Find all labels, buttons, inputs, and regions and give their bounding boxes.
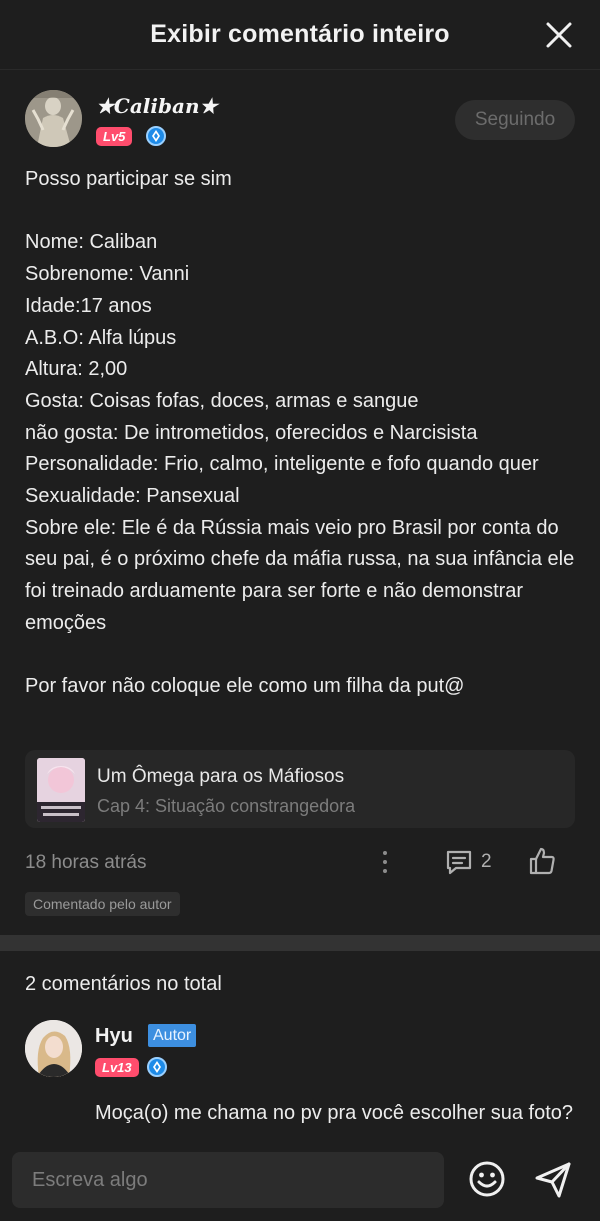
reply-text: Moça(o) me chama no pv pra você escolher… xyxy=(95,1102,574,1124)
level-badge: Lv5 xyxy=(96,127,133,146)
book-card[interactable]: Um Ômega para os Máfiosos Cap 4: Situaçã… xyxy=(25,750,575,828)
comment-input[interactable] xyxy=(12,1152,444,1208)
section-divider xyxy=(0,935,600,951)
following-button[interactable]: Seguindo xyxy=(455,100,575,140)
comment-composer xyxy=(0,1138,600,1221)
comment-time: 18 horas atrás xyxy=(25,852,147,873)
avatar[interactable] xyxy=(25,1020,82,1077)
total-comments-label: 2 comentários no total xyxy=(25,973,222,995)
comment-meta: 18 horas atrás 2 xyxy=(25,842,575,882)
close-icon[interactable] xyxy=(544,20,574,50)
comment-bubble-icon xyxy=(446,850,472,875)
page-title: Exibir comentário inteiro xyxy=(150,20,450,48)
avatar[interactable] xyxy=(25,90,82,147)
send-icon[interactable] xyxy=(533,1160,573,1200)
author-badge: Autor xyxy=(148,1024,197,1047)
more-options-icon[interactable] xyxy=(375,849,395,875)
thumbs-up-icon[interactable] xyxy=(527,846,557,876)
commented-by-author-tag: Comentado pelo autor xyxy=(25,892,180,916)
subscriber-badge-icon xyxy=(147,1057,167,1077)
comment-author-row: ★Caliban★ Lv5 Seguindo xyxy=(25,90,575,150)
emoji-icon[interactable] xyxy=(468,1160,506,1198)
book-cover xyxy=(37,758,85,822)
author-name[interactable]: ★Caliban★ xyxy=(96,94,217,118)
comment-text: Posso participar se sim Nome: Caliban So… xyxy=(25,168,575,698)
reply-count-button[interactable]: 2 xyxy=(445,847,492,877)
reply-count: 2 xyxy=(481,851,492,872)
subscriber-badge-icon xyxy=(146,126,166,146)
book-title: Um Ômega para os Máfiosos xyxy=(97,766,345,787)
book-chapter: Cap 4: Situação constrangedora xyxy=(97,796,356,816)
reply-author-name[interactable]: Hyu xyxy=(95,1025,133,1048)
header-bar: Exibir comentário inteiro xyxy=(0,0,600,70)
level-badge: Lv13 xyxy=(95,1058,139,1077)
